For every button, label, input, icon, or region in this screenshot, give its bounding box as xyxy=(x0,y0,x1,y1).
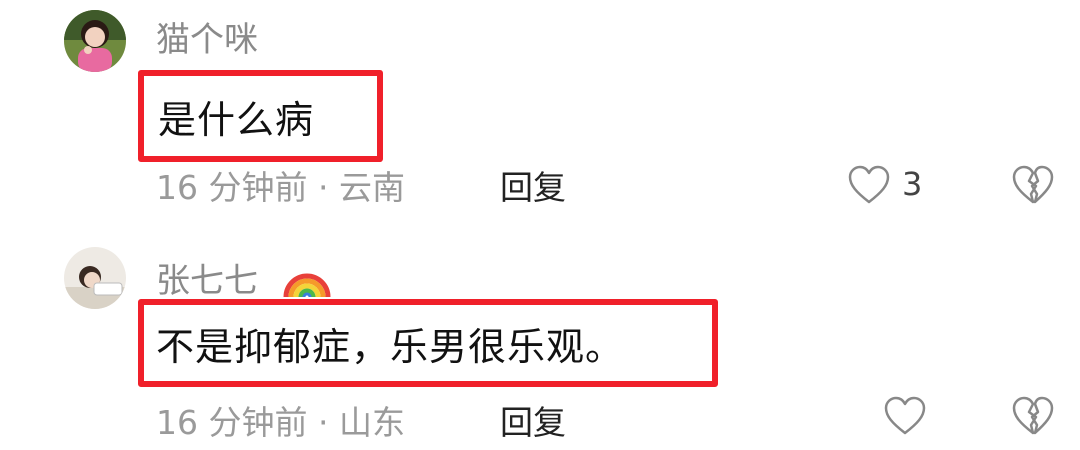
meta-separator: · xyxy=(317,168,329,207)
timestamp: 16 分钟前 xyxy=(156,168,308,207)
like-count: 3 xyxy=(902,165,923,203)
comment-meta: 16 分钟前 · 云南 xyxy=(156,168,405,208)
reply-button[interactable]: 回复 xyxy=(500,168,566,208)
comment-item: 张七七 不是抑郁症，乐男很乐观。 16 分钟前 · 山东 回复 xyxy=(0,225,1080,450)
username[interactable]: 张七七 xyxy=(156,261,258,301)
comment-text-content: 是什么病 xyxy=(158,97,315,142)
avatar[interactable] xyxy=(64,247,126,309)
comment-meta: 16 分钟前 · 山东 xyxy=(156,403,405,443)
avatar[interactable] xyxy=(64,10,126,72)
username-text: 张七七 xyxy=(156,261,258,301)
heart-icon[interactable] xyxy=(846,164,892,206)
location: 山东 xyxy=(338,403,405,442)
username[interactable]: 猫个咪 xyxy=(156,20,258,60)
location: 云南 xyxy=(338,168,405,207)
comment-text: 是什么病 xyxy=(138,70,383,162)
comment-item: 猫个咪 是什么病 16 分钟前 · 云南 回复 3 xyxy=(0,0,1080,225)
rainbow-icon xyxy=(282,251,332,301)
comment-text-content: 不是抑郁症，乐男很乐观。 xyxy=(156,324,625,369)
meta-separator: · xyxy=(317,403,329,442)
reply-button[interactable]: 回复 xyxy=(500,403,566,443)
timestamp: 16 分钟前 xyxy=(156,403,308,442)
heart-icon[interactable] xyxy=(882,395,928,437)
broken-heart-icon[interactable] xyxy=(1010,164,1056,206)
comment-text: 不是抑郁症，乐男很乐观。 xyxy=(138,299,718,387)
broken-heart-icon[interactable] xyxy=(1010,395,1056,437)
